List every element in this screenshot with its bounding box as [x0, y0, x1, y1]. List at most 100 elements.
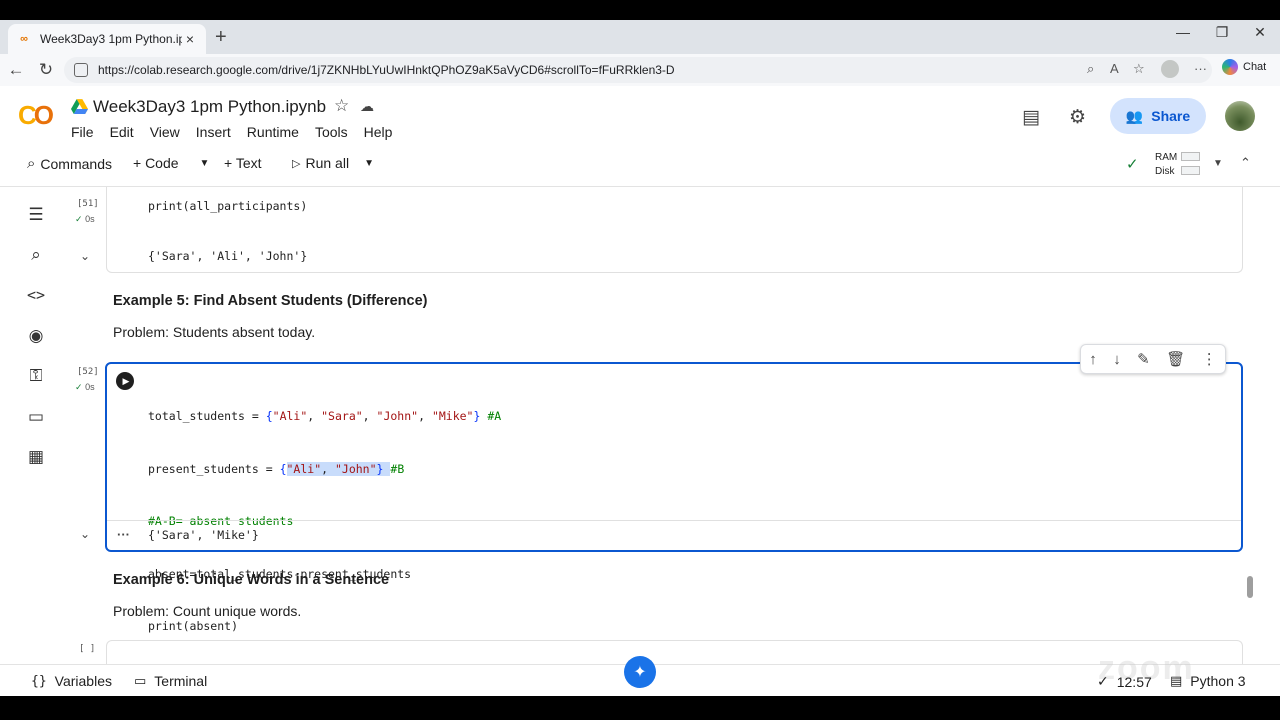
minimize-icon[interactable]: —	[1168, 24, 1198, 40]
markdown-text: Problem: Students absent today.	[113, 324, 316, 340]
code-token: "John"	[376, 409, 419, 423]
scrollbar-thumb[interactable]	[1247, 576, 1253, 598]
site-info-icon[interactable]	[74, 63, 88, 77]
collapse-output-icon[interactable]: ⌄	[80, 249, 90, 263]
code-comment: #B	[390, 461, 405, 476]
code-token: "Ali"	[272, 409, 308, 423]
menu-tools[interactable]: Tools	[315, 124, 348, 140]
run-all-button[interactable]: ▷ Run all ▼	[292, 155, 374, 171]
browser-tab[interactable]: ∞ Week3Day3 1pm Python.ipynb - C ×	[8, 24, 206, 54]
execution-time: ✓ 0s	[75, 214, 95, 225]
secrets-key-icon[interactable]: ⚿	[24, 366, 48, 386]
back-icon[interactable]: ←	[4, 60, 28, 80]
cell-toolbar: ↑ ↓ ✎ 🗑 ⋮	[1080, 344, 1226, 374]
colab-logo[interactable]: CO	[18, 100, 54, 131]
zoom-icon[interactable]: ⌕	[1087, 61, 1094, 77]
collapse-output-icon[interactable]: ⌄	[80, 527, 90, 541]
disk-label: Disk	[1155, 166, 1175, 177]
files-folder-icon[interactable]: ▭	[24, 407, 48, 427]
delete-cell-icon[interactable]: 🗑	[1166, 350, 1185, 368]
play-icon: ▶	[122, 375, 130, 386]
url-field[interactable]: https://colab.research.google.com/drive/…	[64, 57, 1212, 83]
reload-icon[interactable]: ↻	[34, 60, 58, 80]
execution-count: [52]	[77, 367, 99, 377]
menu-view[interactable]: View	[150, 124, 180, 140]
variables-button[interactable]: {} Variables	[31, 673, 112, 689]
table-of-contents-icon[interactable]: ☰	[24, 205, 48, 225]
more-actions-icon[interactable]: ⋮	[1202, 350, 1217, 368]
move-cell-down-icon[interactable]: ↓	[1113, 351, 1121, 368]
execution-status[interactable]: ✓ 12:57	[1097, 673, 1152, 690]
browser-address-bar: ← ↻ https://colab.research.google.com/dr…	[0, 54, 1280, 86]
settings-gear-icon[interactable]: ⚙	[1069, 106, 1086, 129]
gemini-button[interactable]: ✦	[624, 656, 656, 688]
terminal-button[interactable]: ▭ Terminal	[134, 673, 207, 689]
code-dropdown-icon[interactable]: ▼	[200, 158, 210, 169]
window-close-icon[interactable]: ✕	[1245, 24, 1275, 41]
execution-count: [ ]	[79, 644, 96, 654]
google-drive-icon[interactable]	[71, 99, 88, 114]
menu-runtime[interactable]: Runtime	[247, 124, 299, 140]
find-replace-icon[interactable]: ⌕	[24, 245, 48, 265]
avatar[interactable]	[1225, 101, 1255, 131]
add-text-button[interactable]: + Text	[224, 155, 262, 171]
execution-time: ✓ 0s	[75, 382, 95, 393]
runtime-dropdown-icon[interactable]: ▼	[1213, 158, 1223, 169]
data-table-icon[interactable]: ▦	[24, 447, 48, 467]
read-aloud-icon[interactable]: A	[1110, 61, 1119, 76]
markdown-text: Problem: Count unique words.	[113, 603, 302, 619]
profile-icon[interactable]	[1161, 60, 1179, 78]
success-check-icon: ✓	[75, 382, 83, 392]
colab-favicon-icon: ∞	[20, 33, 28, 45]
resource-monitor[interactable]: RAM Disk	[1155, 151, 1177, 179]
cell-output: {'Sara', 'Mike'}	[148, 528, 259, 542]
play-icon: ▷	[292, 157, 301, 170]
copilot-chat-button[interactable]: Chat	[1222, 59, 1266, 75]
execution-time-label: 12:57	[1116, 673, 1152, 690]
code-token: "Sara"	[321, 409, 363, 423]
ram-label: RAM	[1155, 152, 1178, 163]
runtime-type-button[interactable]: ▤ Python 3	[1170, 673, 1246, 689]
share-button[interactable]: 👥 Share	[1110, 98, 1206, 134]
code-token: "Ali"	[286, 461, 322, 476]
status-bar: {} Variables ▭ Terminal ✦ zoom ✓ 12:57 ▤…	[0, 649, 1280, 696]
code-cell[interactable]	[106, 640, 1243, 664]
edit-cell-icon[interactable]: ✎	[1137, 350, 1150, 368]
execution-time-value: 0s	[85, 214, 95, 224]
code-token: "John"	[334, 461, 377, 476]
more-menu-icon[interactable]: ···	[1194, 61, 1207, 76]
code-line-5: print(absent)	[148, 619, 239, 633]
code-line-1: total_students = {"Ali", "Sara", "John",…	[148, 409, 502, 423]
cloud-save-icon[interactable]: ☁	[360, 98, 374, 115]
code-editor[interactable]: total_students = {"Ali", "Sara", "John",…	[148, 373, 501, 671]
move-cell-up-icon[interactable]: ↑	[1089, 351, 1097, 368]
colab-app: CO Week3Day3 1pm Python.ipynb ☆ ☁ File E…	[0, 86, 1280, 664]
code-snippets-icon[interactable]: <>	[24, 286, 48, 304]
code-token: }	[473, 409, 481, 423]
menu-edit[interactable]: Edit	[110, 124, 134, 140]
variables-inspector-icon[interactable]: ◉	[24, 326, 48, 346]
runtime-label: Python 3	[1190, 673, 1246, 689]
tab-close-icon[interactable]: ×	[182, 31, 198, 47]
disk-usage-bar	[1181, 166, 1200, 175]
favorite-star-icon[interactable]: ☆	[1133, 61, 1145, 77]
comments-icon[interactable]: ▤	[1022, 106, 1040, 129]
restore-icon[interactable]: ❐	[1207, 24, 1237, 41]
collapse-header-icon[interactable]: ⌃	[1240, 155, 1251, 171]
code-token: {	[279, 461, 287, 476]
run-all-dropdown-icon[interactable]: ▼	[364, 158, 374, 169]
add-code-label: + Code	[133, 155, 179, 171]
menu-insert[interactable]: Insert	[196, 124, 231, 140]
menu-help[interactable]: Help	[364, 124, 393, 140]
new-tab-button[interactable]: +	[215, 26, 227, 49]
code-line[interactable]: print(all_participants)	[148, 199, 307, 213]
star-notebook-icon[interactable]: ☆	[334, 96, 349, 116]
notebook-title[interactable]: Week3Day3 1pm Python.ipynb	[93, 97, 326, 117]
run-cell-button[interactable]: ▶	[116, 372, 134, 390]
commands-button[interactable]: ⌕ Commands	[27, 155, 112, 172]
output-actions-icon[interactable]: ···	[117, 527, 130, 542]
menu-file[interactable]: File	[71, 124, 94, 140]
cell-output: {'Sara', 'Ali', 'John'}	[148, 249, 308, 263]
add-code-button[interactable]: + Code ▼	[133, 155, 209, 171]
code-token: }	[376, 461, 384, 476]
